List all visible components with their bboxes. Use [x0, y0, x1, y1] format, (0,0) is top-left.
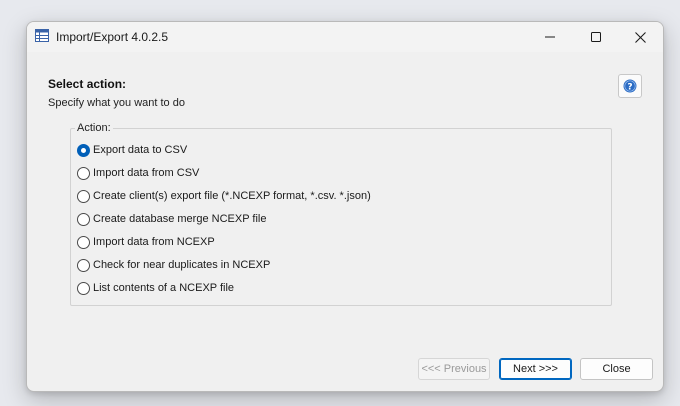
option-export-csv[interactable]: Export data to CSV: [77, 141, 187, 159]
option-label: Check for near duplicates in NCEXP: [93, 259, 271, 271]
radio-near-duplicates[interactable]: [77, 258, 90, 272]
option-label: Create client(s) export file (*.NCEXP fo…: [93, 190, 371, 202]
option-list-contents[interactable]: List contents of a NCEXP file: [77, 279, 234, 297]
help-button[interactable]: ?: [618, 74, 642, 98]
close-button[interactable]: Close: [580, 358, 653, 380]
option-create-client-export[interactable]: Create client(s) export file (*.NCEXP fo…: [77, 187, 371, 205]
table-icon: [35, 29, 49, 42]
title-bar[interactable]: Import/Export 4.0.2.5: [27, 22, 663, 52]
option-import-csv[interactable]: Import data from CSV: [77, 164, 199, 182]
window-title: Import/Export 4.0.2.5: [56, 30, 169, 44]
radio-list-contents[interactable]: [77, 281, 90, 295]
maximize-button[interactable]: [573, 22, 619, 52]
action-group-label: Action:: [75, 122, 113, 134]
previous-button[interactable]: <<< Previous: [418, 358, 490, 380]
close-window-button[interactable]: [617, 22, 663, 52]
radio-create-client-export[interactable]: [77, 189, 90, 203]
radio-create-merge-file[interactable]: [77, 212, 90, 226]
minimize-button[interactable]: [527, 22, 573, 52]
option-label: Create database merge NCEXP file: [93, 213, 267, 225]
option-label: Export data to CSV: [93, 144, 188, 156]
minimize-icon: [545, 36, 555, 38]
svg-text:?: ?: [627, 83, 632, 93]
page-subheading: Specify what you want to do: [48, 97, 185, 109]
option-create-merge-file[interactable]: Create database merge NCEXP file: [77, 210, 266, 228]
next-button[interactable]: Next >>>: [499, 358, 572, 380]
option-import-ncexp[interactable]: Import data from NCEXP: [77, 233, 215, 251]
maximize-icon: [591, 32, 601, 42]
help-icon: ?: [623, 79, 637, 93]
option-label: List contents of a NCEXP file: [93, 282, 235, 294]
page-heading: Select action:: [48, 77, 127, 91]
option-label: Import data from NCEXP: [93, 236, 215, 248]
import-export-window: Import/Export 4.0.2.5 Select action: Spe…: [26, 21, 664, 392]
option-near-duplicates[interactable]: Check for near duplicates in NCEXP: [77, 256, 270, 274]
radio-export-csv[interactable]: [77, 143, 90, 157]
close-icon: [634, 31, 646, 43]
option-label: Import data from CSV: [93, 167, 200, 179]
radio-import-ncexp[interactable]: [77, 235, 90, 249]
radio-import-csv[interactable]: [77, 166, 90, 180]
